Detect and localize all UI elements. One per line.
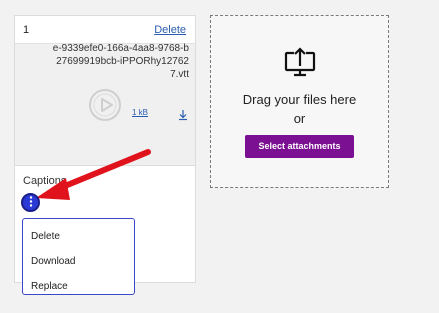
captions-label: Captions: [23, 175, 67, 187]
card-number: 1: [23, 23, 30, 36]
kebab-menu-icon: [29, 194, 33, 212]
menu-item-delete[interactable]: Delete: [23, 224, 134, 249]
file-dropzone[interactable]: Drag your files here or Select attachmen…: [210, 15, 389, 188]
menu-item-download[interactable]: Download: [23, 249, 134, 274]
caption-options-button[interactable]: [21, 193, 40, 212]
caption-size[interactable]: 1 kB: [132, 108, 148, 117]
dropzone-line2: or: [293, 111, 306, 126]
delete-link[interactable]: Delete: [154, 24, 186, 36]
caption-context-menu: Delete Download Replace: [22, 218, 135, 295]
captions-section: Captions: [15, 166, 195, 187]
menu-item-replace[interactable]: Replace: [23, 274, 134, 299]
card-header: 1 Delete: [15, 16, 195, 44]
caption-filename: e-9339efe0-166a-4aa8-9768-b27699919bcb-i…: [52, 43, 189, 80]
download-icon[interactable]: [177, 108, 189, 121]
upload-monitor-icon: [284, 47, 316, 82]
dropzone-text: Drag your files here or: [243, 90, 356, 128]
select-attachments-button[interactable]: Select attachments: [245, 135, 354, 158]
dropzone-line1: Drag your files here: [242, 92, 357, 107]
play-circle-icon[interactable]: [88, 88, 122, 122]
